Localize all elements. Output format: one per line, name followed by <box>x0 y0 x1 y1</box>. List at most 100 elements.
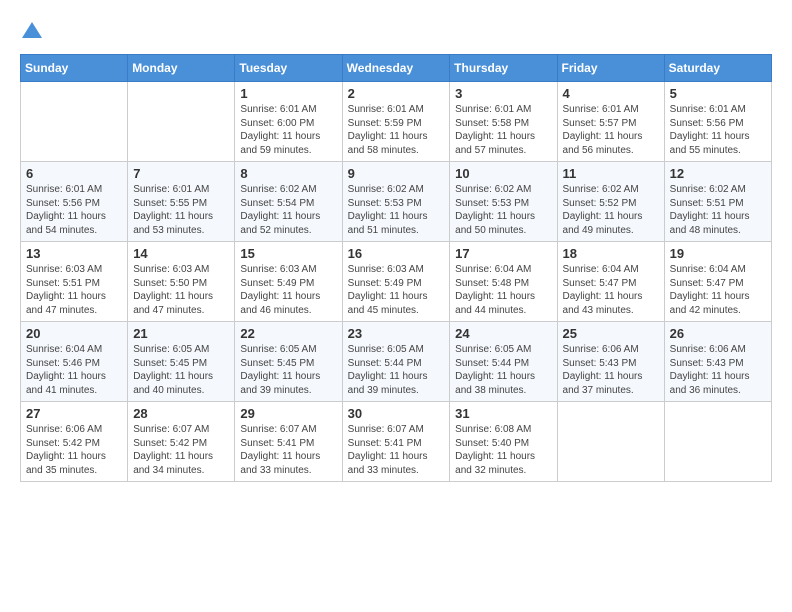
calendar-cell: 19 Sunrise: 6:04 AMSunset: 5:47 PMDayligh… <box>664 242 771 322</box>
day-number: 27 <box>26 406 122 421</box>
calendar-cell <box>664 402 771 482</box>
calendar-cell: 1 Sunrise: 6:01 AMSunset: 6:00 PMDaylight… <box>235 82 342 162</box>
calendar-cell: 22 Sunrise: 6:05 AMSunset: 5:45 PMDayligh… <box>235 322 342 402</box>
day-number: 12 <box>670 166 766 181</box>
day-number: 2 <box>348 86 445 101</box>
calendar-cell: 15 Sunrise: 6:03 AMSunset: 5:49 PMDayligh… <box>235 242 342 322</box>
day-number: 21 <box>133 326 229 341</box>
calendar-cell: 10 Sunrise: 6:02 AMSunset: 5:53 PMDayligh… <box>450 162 557 242</box>
calendar-cell: 26Sunrise: 6:06 AMSunset: 5:43 PMDayligh… <box>664 322 771 402</box>
day-number: 9 <box>348 166 445 181</box>
day-info: Sunrise: 6:03 AMSunset: 5:49 PMDaylight:… <box>348 263 445 317</box>
day-info: Sunrise: 6:03 AMSunset: 5:49 PMDaylight:… <box>240 263 336 317</box>
day-info: Sunrise: 6:06 AMSunset: 5:42 PMDaylight:… <box>26 423 122 477</box>
day-info: Sunrise: 6:05 AMSunset: 5:45 PMDaylight:… <box>133 343 229 397</box>
day-info: Sunrise: 6:06 AMSunset: 5:43 PMDaylight:… <box>670 343 766 397</box>
calendar-week-row: 1 Sunrise: 6:01 AMSunset: 6:00 PMDaylight… <box>21 82 772 162</box>
calendar-cell <box>21 82 128 162</box>
day-info: Sunrise: 6:02 AMSunset: 5:53 PMDaylight:… <box>348 183 445 237</box>
calendar-cell: 31 Sunrise: 6:08 AMSunset: 5:40 PMDayligh… <box>450 402 557 482</box>
day-info: Sunrise: 6:02 AMSunset: 5:54 PMDaylight:… <box>240 183 336 237</box>
page-header <box>20 20 772 44</box>
day-info: Sunrise: 6:02 AMSunset: 5:52 PMDaylight:… <box>563 183 659 237</box>
day-info: Sunrise: 6:01 AMSunset: 6:00 PMDaylight:… <box>240 103 336 157</box>
day-info: Sunrise: 6:03 AMSunset: 5:51 PMDaylight:… <box>26 263 122 317</box>
calendar-cell: 28Sunrise: 6:07 AMSunset: 5:42 PMDayligh… <box>128 402 235 482</box>
day-number: 6 <box>26 166 122 181</box>
weekday-header: Wednesday <box>342 55 450 82</box>
day-info: Sunrise: 6:01 AMSunset: 5:59 PMDaylight:… <box>348 103 445 157</box>
weekday-header: Thursday <box>450 55 557 82</box>
day-number: 15 <box>240 246 336 261</box>
calendar-cell: 8 Sunrise: 6:02 AMSunset: 5:54 PMDaylight… <box>235 162 342 242</box>
day-info: Sunrise: 6:08 AMSunset: 5:40 PMDaylight:… <box>455 423 551 477</box>
calendar-cell: 4 Sunrise: 6:01 AMSunset: 5:57 PMDaylight… <box>557 82 664 162</box>
day-number: 24 <box>455 326 551 341</box>
day-number: 29 <box>240 406 336 421</box>
day-info: Sunrise: 6:04 AMSunset: 5:48 PMDaylight:… <box>455 263 551 317</box>
calendar-cell: 7Sunrise: 6:01 AMSunset: 5:55 PMDaylight… <box>128 162 235 242</box>
calendar-cell: 30 Sunrise: 6:07 AMSunset: 5:41 PMDayligh… <box>342 402 450 482</box>
calendar-cell <box>557 402 664 482</box>
day-number: 14 <box>133 246 229 261</box>
day-number: 28 <box>133 406 229 421</box>
day-number: 8 <box>240 166 336 181</box>
weekday-header: Monday <box>128 55 235 82</box>
day-number: 5 <box>670 86 766 101</box>
weekday-header: Sunday <box>21 55 128 82</box>
calendar-cell: 13Sunrise: 6:03 AMSunset: 5:51 PMDayligh… <box>21 242 128 322</box>
day-info: Sunrise: 6:01 AMSunset: 5:57 PMDaylight:… <box>563 103 659 157</box>
weekday-header: Friday <box>557 55 664 82</box>
calendar-cell: 25Sunrise: 6:06 AMSunset: 5:43 PMDayligh… <box>557 322 664 402</box>
day-info: Sunrise: 6:01 AMSunset: 5:58 PMDaylight:… <box>455 103 551 157</box>
calendar-cell: 17 Sunrise: 6:04 AMSunset: 5:48 PMDayligh… <box>450 242 557 322</box>
day-info: Sunrise: 6:06 AMSunset: 5:43 PMDaylight:… <box>563 343 659 397</box>
day-info: Sunrise: 6:02 AMSunset: 5:53 PMDaylight:… <box>455 183 551 237</box>
calendar-week-row: 13Sunrise: 6:03 AMSunset: 5:51 PMDayligh… <box>21 242 772 322</box>
calendar-cell: 20Sunrise: 6:04 AMSunset: 5:46 PMDayligh… <box>21 322 128 402</box>
day-number: 22 <box>240 326 336 341</box>
calendar-cell: 3 Sunrise: 6:01 AMSunset: 5:58 PMDaylight… <box>450 82 557 162</box>
day-number: 10 <box>455 166 551 181</box>
calendar-cell: 21 Sunrise: 6:05 AMSunset: 5:45 PMDayligh… <box>128 322 235 402</box>
day-number: 20 <box>26 326 122 341</box>
day-number: 11 <box>563 166 659 181</box>
day-number: 23 <box>348 326 445 341</box>
day-info: Sunrise: 6:07 AMSunset: 5:41 PMDaylight:… <box>348 423 445 477</box>
calendar-cell: 12Sunrise: 6:02 AMSunset: 5:51 PMDayligh… <box>664 162 771 242</box>
day-info: Sunrise: 6:01 AMSunset: 5:56 PMDaylight:… <box>670 103 766 157</box>
day-info: Sunrise: 6:05 AMSunset: 5:44 PMDaylight:… <box>455 343 551 397</box>
calendar-cell: 24 Sunrise: 6:05 AMSunset: 5:44 PMDayligh… <box>450 322 557 402</box>
day-info: Sunrise: 6:05 AMSunset: 5:45 PMDaylight:… <box>240 343 336 397</box>
calendar-cell <box>128 82 235 162</box>
calendar-cell: 2 Sunrise: 6:01 AMSunset: 5:59 PMDaylight… <box>342 82 450 162</box>
day-number: 18 <box>563 246 659 261</box>
calendar-week-row: 6 Sunrise: 6:01 AMSunset: 5:56 PMDaylight… <box>21 162 772 242</box>
day-number: 3 <box>455 86 551 101</box>
weekday-header: Saturday <box>664 55 771 82</box>
calendar-cell: 11 Sunrise: 6:02 AMSunset: 5:52 PMDayligh… <box>557 162 664 242</box>
calendar-cell: 6 Sunrise: 6:01 AMSunset: 5:56 PMDaylight… <box>21 162 128 242</box>
calendar-week-row: 27 Sunrise: 6:06 AMSunset: 5:42 PMDayligh… <box>21 402 772 482</box>
day-info: Sunrise: 6:04 AMSunset: 5:47 PMDaylight:… <box>670 263 766 317</box>
day-number: 31 <box>455 406 551 421</box>
day-info: Sunrise: 6:01 AMSunset: 5:56 PMDaylight:… <box>26 183 122 237</box>
day-number: 4 <box>563 86 659 101</box>
calendar-cell: 27 Sunrise: 6:06 AMSunset: 5:42 PMDayligh… <box>21 402 128 482</box>
day-number: 17 <box>455 246 551 261</box>
calendar-week-row: 20Sunrise: 6:04 AMSunset: 5:46 PMDayligh… <box>21 322 772 402</box>
day-number: 19 <box>670 246 766 261</box>
day-number: 1 <box>240 86 336 101</box>
calendar-cell: 16 Sunrise: 6:03 AMSunset: 5:49 PMDayligh… <box>342 242 450 322</box>
calendar-cell: 14Sunrise: 6:03 AMSunset: 5:50 PMDayligh… <box>128 242 235 322</box>
calendar-cell: 29Sunrise: 6:07 AMSunset: 5:41 PMDayligh… <box>235 402 342 482</box>
day-number: 30 <box>348 406 445 421</box>
day-number: 16 <box>348 246 445 261</box>
day-number: 7 <box>133 166 229 181</box>
logo-icon <box>20 20 44 44</box>
calendar-cell: 18 Sunrise: 6:04 AMSunset: 5:47 PMDayligh… <box>557 242 664 322</box>
logo <box>20 20 48 44</box>
weekday-header: Tuesday <box>235 55 342 82</box>
calendar-cell: 9 Sunrise: 6:02 AMSunset: 5:53 PMDaylight… <box>342 162 450 242</box>
day-info: Sunrise: 6:04 AMSunset: 5:47 PMDaylight:… <box>563 263 659 317</box>
